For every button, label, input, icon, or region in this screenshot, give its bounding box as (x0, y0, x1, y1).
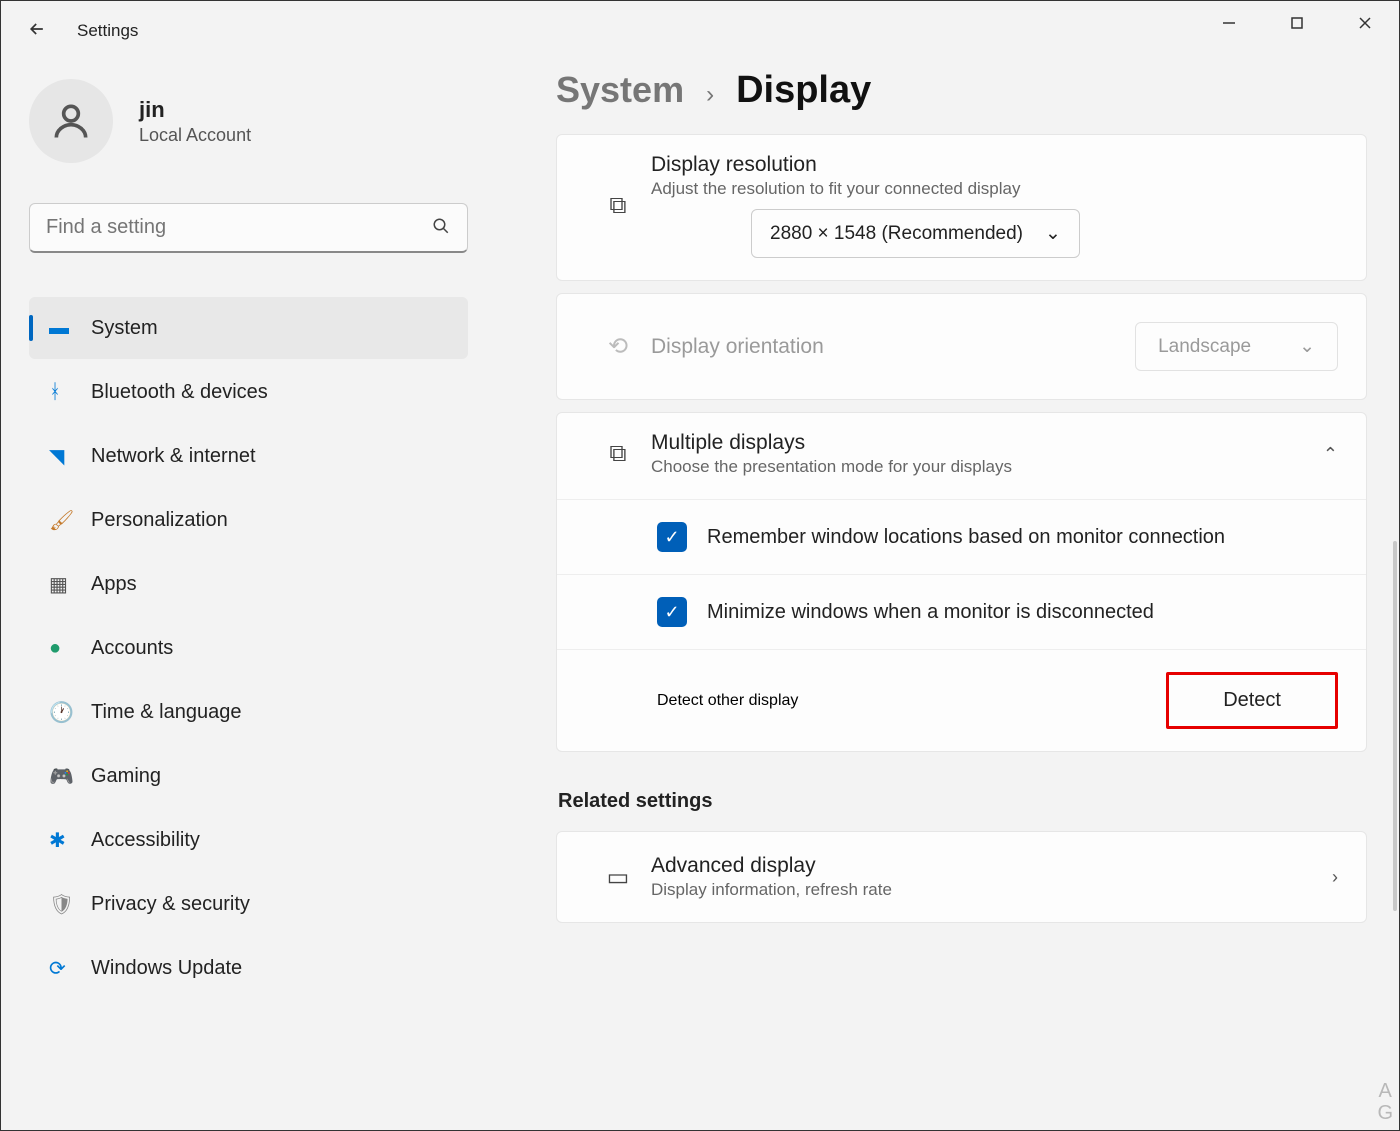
bluetooth-icon: ᚼ (49, 381, 91, 404)
orientation-title: Display orientation (651, 335, 824, 359)
shield-icon: 🛡 (49, 892, 91, 917)
minimize-button[interactable] (1195, 1, 1263, 45)
chevron-right-icon: › (706, 81, 714, 109)
minimize-disconnected-checkbox[interactable]: ✓ (657, 597, 687, 627)
scrollbar[interactable] (1393, 541, 1397, 911)
resolution-subtitle: Adjust the resolution to fit your connec… (651, 179, 1338, 199)
nav-accessibility[interactable]: ✱Accessibility (29, 809, 468, 871)
nav-list: ▬System ᚼBluetooth & devices ◥Network & … (29, 297, 468, 999)
nav-time[interactable]: 🕐Time & language (29, 681, 468, 743)
back-button[interactable] (17, 19, 57, 44)
search-box[interactable] (29, 203, 468, 253)
nav-personalization[interactable]: 🖌Personalization (29, 489, 468, 551)
accessibility-icon: ✱ (49, 828, 91, 853)
person-icon: ● (49, 637, 91, 660)
nav-apps[interactable]: ▦Apps (29, 553, 468, 615)
remember-locations-checkbox[interactable]: ✓ (657, 522, 687, 552)
multi-subtitle: Choose the presentation mode for your di… (651, 457, 1323, 477)
maximize-button[interactable] (1263, 1, 1331, 45)
advanced-display-title: Advanced display (651, 854, 1332, 878)
ime-indicator: AG (1377, 1080, 1393, 1124)
multiple-displays-icon: ⧉ (585, 440, 651, 468)
monitor-icon: ▬ (49, 317, 91, 340)
search-input[interactable] (29, 203, 468, 253)
multiple-displays-card: ⧉ Multiple displays Choose the presentat… (556, 412, 1367, 752)
detect-button[interactable]: Detect (1166, 672, 1338, 729)
chevron-up-icon: ⌃ (1323, 444, 1338, 465)
related-settings-heading: Related settings (558, 790, 1367, 813)
remember-locations-label: Remember window locations based on monit… (707, 526, 1225, 549)
breadcrumb-parent[interactable]: System (556, 69, 684, 111)
minimize-disconnected-label: Minimize windows when a monitor is disco… (707, 601, 1154, 624)
search-icon (432, 217, 450, 240)
display-orientation-card: ⟲ Display orientation Landscape ⌄ (556, 293, 1367, 400)
minimize-disconnected-row: ✓ Minimize windows when a monitor is dis… (557, 574, 1366, 649)
resolution-dropdown[interactable]: 2880 × 1548 (Recommended) ⌄ (751, 209, 1080, 258)
multiple-displays-header[interactable]: ⧉ Multiple displays Choose the presentat… (557, 413, 1366, 499)
wifi-icon: ◥ (49, 444, 91, 469)
chevron-right-icon: › (1332, 867, 1338, 888)
brush-icon: 🖌 (49, 508, 91, 533)
window-title: Settings (77, 21, 138, 41)
nav-system[interactable]: ▬System (29, 297, 468, 359)
chevron-down-icon: ⌄ (1045, 222, 1061, 245)
profile-subtitle: Local Account (139, 125, 251, 146)
clock-icon: 🕐 (49, 700, 91, 725)
nav-privacy[interactable]: 🛡Privacy & security (29, 873, 468, 935)
advanced-display-icon: ▭ (585, 863, 651, 892)
advanced-display-subtitle: Display information, refresh rate (651, 880, 1332, 900)
gamepad-icon: 🎮 (49, 764, 91, 789)
apps-icon: ▦ (49, 572, 91, 597)
orientation-dropdown[interactable]: Landscape ⌄ (1135, 322, 1338, 371)
resolution-title: Display resolution (651, 153, 1338, 177)
breadcrumb-current: Display (736, 69, 871, 112)
chevron-down-icon: ⌄ (1299, 335, 1315, 358)
profile-name: jin (139, 97, 251, 123)
nav-bluetooth[interactable]: ᚼBluetooth & devices (29, 361, 468, 423)
display-resolution-card: ⧉ Display resolution Adjust the resoluti… (556, 134, 1367, 281)
multi-title: Multiple displays (651, 431, 1323, 455)
detect-label: Detect other display (657, 692, 798, 710)
nav-gaming[interactable]: 🎮Gaming (29, 745, 468, 807)
profile-block[interactable]: jin Local Account (29, 79, 468, 163)
detect-row: Detect other display Detect (557, 649, 1366, 751)
avatar (29, 79, 113, 163)
update-icon: ⟳ (49, 956, 91, 981)
close-button[interactable] (1331, 1, 1399, 45)
orientation-icon: ⟲ (585, 332, 651, 361)
breadcrumb: System › Display (556, 69, 1367, 112)
nav-network[interactable]: ◥Network & internet (29, 425, 468, 487)
advanced-display-card[interactable]: ▭ Advanced display Display information, … (556, 831, 1367, 923)
nav-accounts[interactable]: ●Accounts (29, 617, 468, 679)
resolution-icon: ⧉ (585, 192, 651, 220)
remember-locations-row: ✓ Remember window locations based on mon… (557, 499, 1366, 574)
nav-update[interactable]: ⟳Windows Update (29, 937, 468, 999)
